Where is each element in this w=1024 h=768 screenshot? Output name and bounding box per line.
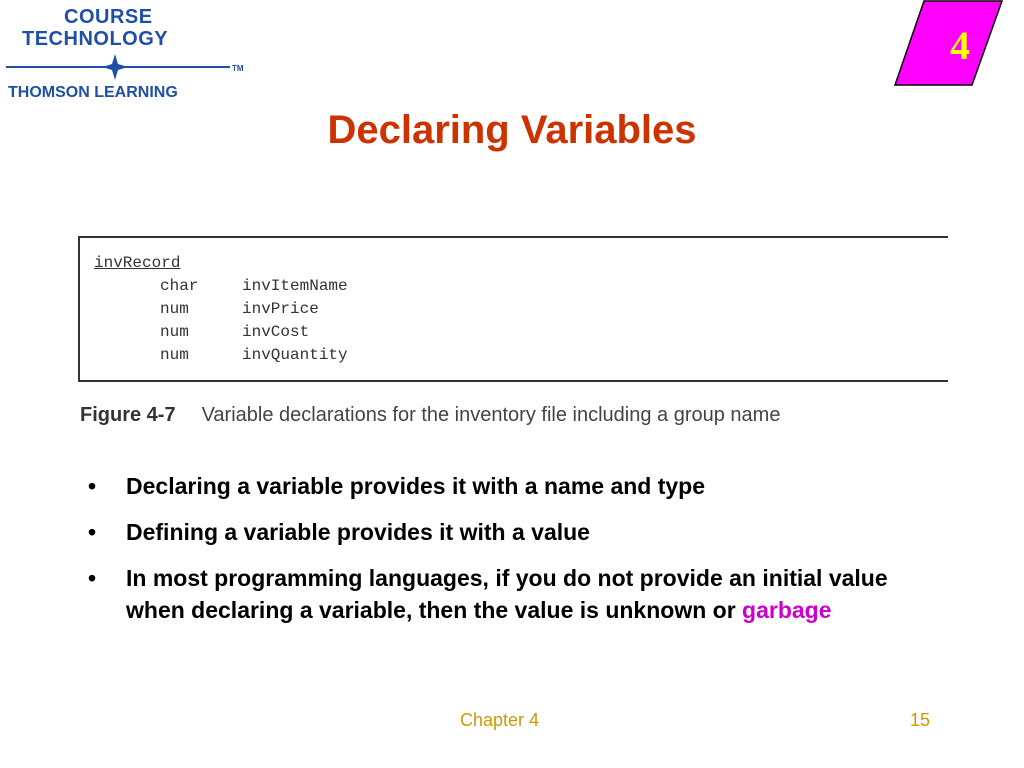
figure-caption-text: Variable declarations for the inventory … (201, 404, 781, 426)
figure-label: Figure 4-7 (80, 404, 176, 426)
bullet-item: • Defining a variable provides it with a… (88, 516, 928, 548)
bullet-text: Declaring a variable provides it with a … (126, 473, 706, 499)
logo-technology-text: TECHNOLOGY (22, 28, 169, 50)
code-row: num invPrice (94, 298, 348, 321)
bullet-text: Defining a variable provides it with a v… (126, 519, 590, 545)
logo-thomson-text: THOMSON LEARNING (8, 84, 178, 101)
figure-caption: Figure 4-7 Variable declarations for the … (80, 404, 780, 427)
code-block: invRecord char invItemName num invPrice … (94, 252, 348, 367)
record-group-name: invRecord (94, 254, 181, 272)
bullet-list: • Declaring a variable provides it with … (88, 470, 928, 640)
var-type: char (160, 277, 199, 295)
chapter-number-badge: 4 (950, 23, 970, 68)
bullet-dot-icon: • (88, 565, 97, 591)
footer-page-number: 15 (910, 710, 931, 730)
bullet-item: • In most programming languages, if you … (88, 562, 928, 626)
var-type: num (160, 323, 189, 341)
var-name: invCost (242, 323, 310, 341)
var-type: num (160, 346, 189, 364)
code-row: num invCost (94, 321, 348, 344)
code-row: num invQuantity (94, 344, 348, 367)
logo-star-line-icon (6, 54, 230, 80)
var-name: invItemName (242, 277, 348, 295)
code-row: char invItemName (94, 275, 348, 298)
highlighted-term: garbage (742, 597, 832, 623)
bullet-item: • Declaring a variable provides it with … (88, 470, 928, 502)
var-type: num (160, 300, 189, 318)
footer-chapter: Chapter 4 (460, 710, 540, 730)
bullet-dot-icon: • (88, 519, 97, 545)
slide-title: Declaring Variables (327, 108, 697, 152)
code-figure: invRecord char invItemName num invPrice … (78, 236, 948, 382)
course-technology-logo: COURSE TECHNOLOGY TM THOMSON LEARNING (0, 0, 260, 110)
var-name: invPrice (242, 300, 319, 318)
var-name: invQuantity (242, 346, 348, 364)
logo-course-text: COURSE (64, 6, 153, 28)
logo-trademark: TM (232, 64, 244, 73)
bullet-dot-icon: • (88, 473, 97, 499)
